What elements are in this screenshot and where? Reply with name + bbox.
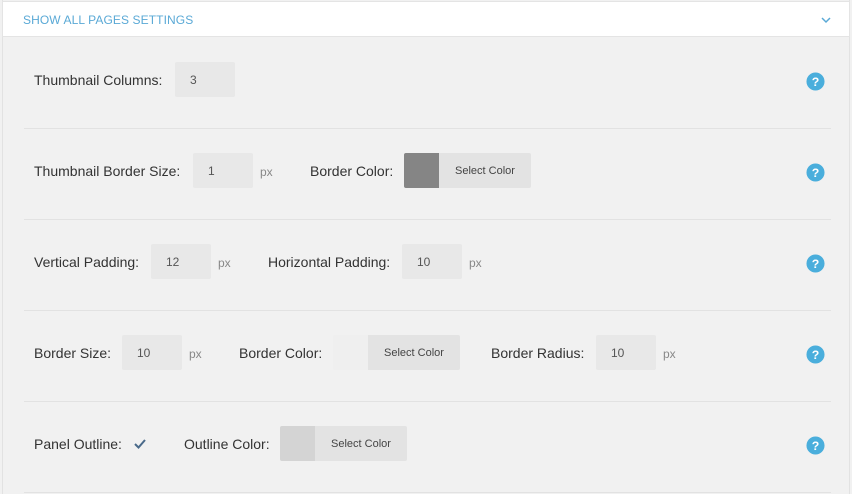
- vertical-padding-label: Vertical Padding:: [34, 254, 140, 270]
- select-color-button[interactable]: Select Color: [315, 426, 407, 461]
- outline-color-label: Outline Color:: [184, 436, 270, 452]
- row-padding: Vertical Padding: px Horizontal Padding:…: [24, 220, 831, 311]
- section-title: SHOW ALL PAGES SETTINGS: [23, 13, 194, 27]
- svg-text:?: ?: [812, 75, 820, 89]
- border-radius-input[interactable]: [596, 335, 656, 370]
- border-color-picker[interactable]: Select Color: [404, 153, 531, 188]
- color-swatch[interactable]: [404, 153, 439, 188]
- px-unit: px: [260, 165, 273, 179]
- help-icon[interactable]: ?: [806, 254, 825, 273]
- color-swatch[interactable]: [333, 335, 368, 370]
- border-size-input[interactable]: [122, 335, 182, 370]
- thumbnail-border-size-label: Thumbnail Border Size:: [34, 163, 181, 179]
- row-border: Border Size: px Border Color: Select Col…: [24, 311, 831, 402]
- panel-outline-label: Panel Outline:: [34, 436, 122, 452]
- border-color-label: Border Color:: [239, 345, 323, 361]
- row-thumbnail-columns: Thumbnail Columns: ?: [24, 38, 831, 129]
- help-icon[interactable]: ?: [806, 163, 825, 182]
- row-panel-outline: Panel Outline: Outline Color: Select Col…: [24, 402, 831, 493]
- color-swatch[interactable]: [280, 426, 315, 461]
- border-color-label: Border Color:: [310, 163, 394, 179]
- horizontal-padding-label: Horizontal Padding:: [268, 254, 391, 270]
- section-header[interactable]: SHOW ALL PAGES SETTINGS: [2, 1, 850, 37]
- px-unit: px: [218, 256, 231, 270]
- border-radius-label: Border Radius:: [491, 345, 585, 361]
- chevron-down-icon[interactable]: [819, 13, 833, 27]
- help-icon[interactable]: ?: [806, 72, 825, 91]
- px-unit: px: [663, 347, 676, 361]
- svg-text:?: ?: [812, 257, 820, 271]
- select-color-button[interactable]: Select Color: [439, 153, 531, 188]
- svg-text:?: ?: [812, 439, 820, 453]
- border-color-picker[interactable]: Select Color: [333, 335, 460, 370]
- help-icon[interactable]: ?: [806, 345, 825, 364]
- svg-text:?: ?: [812, 348, 820, 362]
- px-unit: px: [189, 347, 202, 361]
- thumbnail-columns-input[interactable]: [175, 62, 235, 97]
- thumbnail-border-size-input[interactable]: [193, 153, 253, 188]
- svg-text:?: ?: [812, 166, 820, 180]
- checkmark-icon[interactable]: [132, 436, 148, 452]
- thumbnail-columns-label: Thumbnail Columns:: [34, 72, 163, 88]
- px-unit: px: [469, 256, 482, 270]
- select-color-button[interactable]: Select Color: [368, 335, 460, 370]
- help-icon[interactable]: ?: [806, 436, 825, 455]
- row-thumbnail-border: Thumbnail Border Size: px Border Color: …: [24, 129, 831, 220]
- vertical-padding-input[interactable]: [151, 244, 211, 279]
- horizontal-padding-input[interactable]: [402, 244, 462, 279]
- border-size-label: Border Size:: [34, 345, 112, 361]
- outline-color-picker[interactable]: Select Color: [280, 426, 407, 461]
